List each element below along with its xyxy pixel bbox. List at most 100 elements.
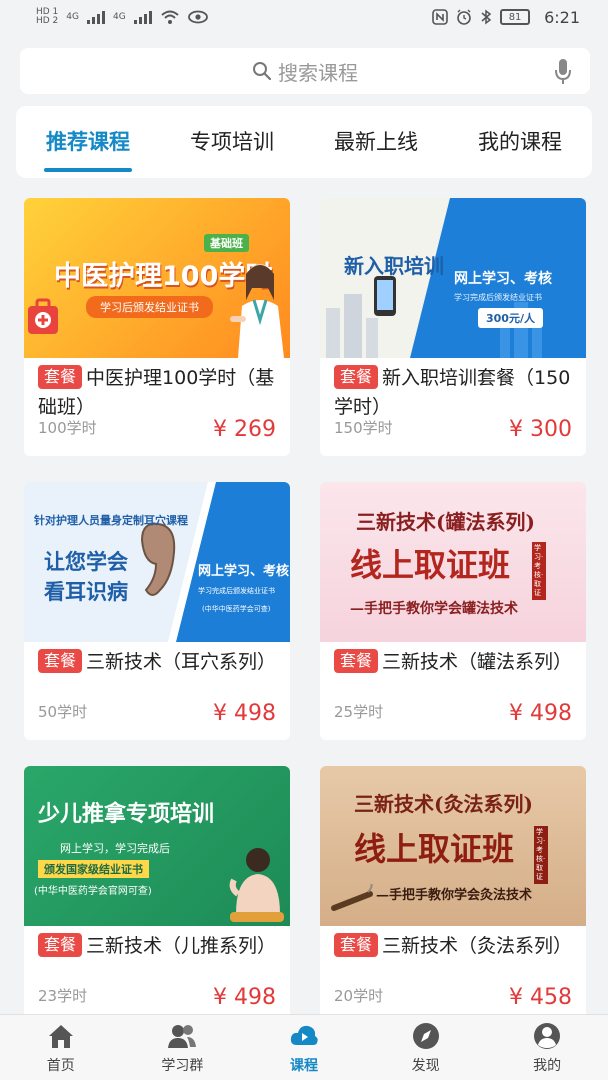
course-hours: 25学时 bbox=[334, 703, 384, 721]
thumb-headline: 新入职培训 bbox=[344, 254, 444, 278]
nav-mine[interactable]: 我的 bbox=[497, 1021, 597, 1075]
course-thumbnail: 三新技术(灸法系列) 线上取证班 学习·考核·取证 —手把手教你学会灸法技术 bbox=[320, 766, 586, 926]
eye-icon bbox=[187, 10, 208, 24]
signal-icon bbox=[87, 10, 105, 24]
thumb-line2: 网上学习，学习完成后 bbox=[60, 842, 170, 855]
thumb-line3: —手把手教你学会灸法技术 bbox=[376, 888, 533, 903]
course-thumbnail: 新入职培训 网上学习、考核 学习完成后颁发结业证书 300元/人 bbox=[320, 198, 586, 358]
course-card[interactable]: 三新技术(灸法系列) 线上取证班 学习·考核·取证 —手把手教你学会灸法技术 套… bbox=[320, 766, 586, 1024]
package-badge: 套餐 bbox=[38, 933, 83, 957]
thumb-line1: 让您学会 bbox=[44, 550, 128, 574]
course-hours: 50学时 bbox=[38, 703, 88, 721]
thumb-line2: 线上取证班 bbox=[350, 546, 511, 584]
course-title-text: 三新技术（灸法系列） bbox=[382, 935, 573, 957]
nurse-illustration bbox=[230, 264, 284, 358]
search-icon bbox=[253, 62, 272, 81]
status-left: HD 1 HD 2 4G 4G bbox=[36, 8, 208, 26]
thumb-line1: 少儿推拿专项培训 bbox=[38, 802, 215, 827]
nav-courses[interactable]: 课程 bbox=[254, 1021, 354, 1075]
tab-special-training[interactable]: 专项培训 bbox=[186, 106, 278, 178]
compass-icon bbox=[412, 1022, 439, 1049]
course-hours: 23学时 bbox=[38, 987, 88, 1005]
thumb-line3: —手把手教你学会罐法技术 bbox=[350, 601, 518, 617]
course-price: ¥ 269 bbox=[213, 417, 276, 442]
nav-discover[interactable]: 发现 bbox=[376, 1021, 476, 1075]
thumb-line2: 线上取证班 bbox=[354, 830, 515, 868]
search-bar[interactable]: 搜索课程 bbox=[20, 48, 590, 94]
thumb-right2: 学习完成后颁发结业证书 bbox=[198, 587, 275, 595]
package-badge: 套餐 bbox=[334, 933, 379, 957]
course-card[interactable]: 中医护理100学时 基础班 学习后颁发结业证书 套餐 中医护理100学时（基础班）… bbox=[24, 198, 290, 456]
course-card[interactable]: 三新技术(罐法系列) 线上取证班 学习·考核·取证 —手把手教你学会罐法技术 套… bbox=[320, 482, 586, 740]
course-title: 套餐 新入职培训套餐（150学时） bbox=[334, 364, 578, 422]
course-title: 套餐 三新技术（耳穴系列） bbox=[38, 648, 282, 677]
course-card[interactable]: 针对护理人员量身定制耳穴课程 让您学会 看耳识病 网上学习、考核 学习完成后颁发… bbox=[24, 482, 290, 740]
thumb-right3: (中华中医药学会可查) bbox=[202, 605, 271, 613]
course-thumbnail: 三新技术(罐法系列) 线上取证班 学习·考核·取证 —手把手教你学会罐法技术 bbox=[320, 482, 586, 642]
moxa-stick-illustration bbox=[331, 884, 373, 911]
bluetooth-icon bbox=[481, 9, 492, 25]
sim-labels: HD 1 HD 2 bbox=[36, 8, 58, 26]
course-title: 套餐 三新技术（儿推系列） bbox=[38, 932, 282, 961]
nav-courses-label: 课程 bbox=[289, 1057, 318, 1074]
course-price: ¥ 498 bbox=[213, 985, 276, 1010]
course-card[interactable]: 少儿推拿专项培训 网上学习，学习完成后 颁发国家级结业证书 (中华中医药学会官网… bbox=[24, 766, 290, 1024]
thumb-line1: 网上学习、考核 bbox=[454, 271, 552, 287]
course-title: 套餐 三新技术（罐法系列） bbox=[334, 648, 578, 677]
battery-icon: 81 bbox=[500, 9, 531, 25]
course-price: ¥ 300 bbox=[509, 417, 572, 442]
course-hours: 100学时 bbox=[38, 419, 97, 437]
thumb-price-tag: 300元/人 bbox=[478, 308, 543, 328]
signal2-icon bbox=[133, 10, 152, 24]
cloud-icon bbox=[290, 1025, 318, 1045]
search-placeholder: 搜索课程 bbox=[278, 60, 358, 85]
user-icon bbox=[534, 1022, 561, 1049]
thumb-line2: 学习完成后颁发结业证书 bbox=[454, 293, 542, 302]
bottom-navigation: 首页 学习群 课程 发现 我的 bbox=[0, 1014, 608, 1080]
course-title-text: 三新技术（耳穴系列） bbox=[86, 651, 277, 673]
course-title: 套餐 中医护理100学时（基础班） bbox=[38, 364, 282, 422]
tab-recommended[interactable]: 推荐课程 bbox=[42, 106, 134, 178]
package-badge: 套餐 bbox=[334, 365, 379, 389]
nav-study-group[interactable]: 学习群 bbox=[132, 1021, 232, 1075]
thumb-line2: 看耳识病 bbox=[44, 580, 128, 604]
sim2-label: HD 2 bbox=[36, 16, 59, 26]
thumb-seal: 学习·考核·取证 bbox=[534, 826, 548, 884]
status-bar: HD 1 HD 2 4G 4G 81 6:21 bbox=[0, 0, 608, 34]
course-tabs: 推荐课程 专项培训 最新上线 我的课程 bbox=[16, 106, 592, 178]
thumb-line1: 三新技术(灸法系列) bbox=[354, 792, 533, 816]
course-price: ¥ 498 bbox=[213, 701, 276, 726]
nav-study-group-label: 学习群 bbox=[161, 1057, 204, 1074]
tab-my-courses[interactable]: 我的课程 bbox=[474, 106, 566, 178]
thumb-tag: 基础班 bbox=[204, 234, 249, 252]
thumb-line3: 颁发国家级结业证书 bbox=[38, 860, 149, 878]
microphone-icon[interactable] bbox=[554, 58, 572, 86]
group-icon bbox=[168, 1024, 197, 1048]
thumb-top: 针对护理人员量身定制耳穴课程 bbox=[34, 514, 188, 527]
thumb-line1: 三新技术(罐法系列) bbox=[356, 510, 535, 534]
tab-newest[interactable]: 最新上线 bbox=[330, 106, 422, 178]
home-icon bbox=[48, 1024, 73, 1048]
nav-home[interactable]: 首页 bbox=[11, 1021, 111, 1075]
course-price: ¥ 498 bbox=[509, 701, 572, 726]
network1-label: 4G bbox=[66, 11, 79, 22]
course-title: 套餐 三新技术（灸法系列） bbox=[334, 932, 578, 961]
package-badge: 套餐 bbox=[334, 649, 379, 673]
thumb-seal: 学习·考核·取证 bbox=[532, 542, 546, 600]
course-card[interactable]: 新入职培训 网上学习、考核 学习完成后颁发结业证书 300元/人 套餐 新入职培训… bbox=[320, 198, 586, 456]
medical-kit-icon bbox=[28, 298, 58, 334]
nav-home-label: 首页 bbox=[46, 1057, 75, 1074]
alarm-icon bbox=[457, 9, 471, 25]
massage-illustration bbox=[229, 848, 284, 922]
wifi-icon bbox=[161, 10, 179, 24]
course-title-text: 三新技术（罐法系列） bbox=[382, 651, 573, 673]
course-hours: 150学时 bbox=[334, 419, 393, 437]
package-badge: 套餐 bbox=[38, 649, 83, 673]
network2-label: 4G bbox=[113, 11, 126, 22]
nav-mine-label: 我的 bbox=[533, 1057, 562, 1074]
thumb-sub: 学习后颁发结业证书 bbox=[86, 296, 213, 318]
thumb-line4: (中华中医药学会官网可查) bbox=[34, 886, 152, 897]
course-price: ¥ 458 bbox=[509, 985, 572, 1010]
nfc-icon bbox=[432, 9, 448, 25]
course-hours: 20学时 bbox=[334, 987, 384, 1005]
